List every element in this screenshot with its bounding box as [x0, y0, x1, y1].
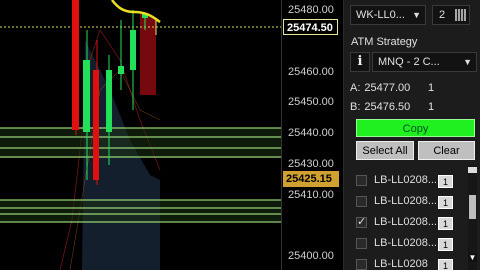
list-item[interactable]: LB-LL0208 1 [350, 255, 464, 270]
account-list[interactable]: LB-LL0208... 1 LB-LL0208... 1 LB-LL0208.… [350, 165, 477, 270]
scroll-down-icon[interactable]: ▼ [468, 253, 477, 262]
account-checkbox[interactable] [356, 215, 367, 228]
account-qty[interactable]: 1 [438, 217, 453, 230]
quantity-input[interactable]: 2 [432, 5, 470, 25]
bid-qty: 1 [428, 101, 435, 113]
account-checkbox[interactable] [356, 196, 367, 207]
list-item[interactable]: LB-LL0208... 1 [350, 213, 464, 234]
account-label: LB-LL0208... [374, 237, 437, 249]
price-axis[interactable]: 25480.00 25460.00 25450.00 25440.00 2543… [281, 0, 343, 270]
account-label: LB-LL0208 [374, 258, 428, 270]
account-label: LB-LL0208... [374, 216, 437, 228]
last-price-flag: 25474.50 [283, 19, 338, 35]
ask-label: A: [350, 82, 361, 94]
atm-strategy-value: MNQ - 2 C... [378, 56, 440, 68]
account-label: LB-LL0208... [374, 174, 437, 186]
price-chart[interactable] [0, 0, 281, 270]
chevron-down-icon: ▼ [463, 57, 472, 67]
copy-button[interactable]: Copy [356, 119, 475, 137]
account-select[interactable]: WK-LL0... ▼ [350, 5, 426, 25]
tick-label: 25480.00 [288, 4, 334, 16]
tick-label: 25400.00 [288, 250, 334, 262]
list-item[interactable]: LB-LL0208... 1 [350, 192, 464, 213]
account-value: WK-LL0... [356, 9, 405, 21]
tick-label: 25430.00 [288, 158, 334, 170]
bid-price-flag: 25425.15 [283, 171, 339, 187]
list-item[interactable]: LB-LL0208... 1 [350, 234, 464, 255]
tick-label: 25450.00 [288, 96, 334, 108]
account-label: LB-LL0208... [374, 195, 437, 207]
list-item[interactable]: LB-LL0208... 1 [350, 171, 464, 192]
list-scrollbar[interactable]: ▼ [468, 165, 477, 270]
tick-label: 25410.00 [288, 189, 334, 201]
select-all-button[interactable]: Select All [356, 141, 414, 160]
order-panel: WK-LL0... ▼ 2 ATM Strategy i MNQ - 2 C..… [343, 0, 480, 270]
account-checkbox[interactable] [356, 175, 367, 186]
bid-price: 25476.50 [364, 101, 411, 113]
account-qty[interactable]: 1 [438, 196, 453, 209]
scroll-up-icon[interactable] [468, 167, 477, 173]
account-qty[interactable]: 1 [438, 238, 453, 251]
info-icon[interactable]: i [350, 52, 370, 72]
chart-canvas[interactable] [0, 0, 281, 270]
account-qty[interactable]: 1 [438, 259, 453, 270]
atm-strategy-select[interactable]: MNQ - 2 C... ▼ [372, 52, 477, 72]
ask-price: 25477.00 [364, 82, 411, 94]
calculator-icon[interactable] [455, 9, 466, 21]
ask-qty: 1 [428, 82, 435, 94]
chevron-down-icon: ▼ [412, 10, 421, 20]
clear-button[interactable]: Clear [418, 141, 475, 160]
quantity-value: 2 [439, 9, 446, 21]
atm-strategy-label: ATM Strategy [351, 36, 418, 48]
bid-row: B: 25476.50 1 [350, 101, 434, 113]
account-checkbox[interactable] [356, 259, 367, 270]
bid-label: B: [350, 101, 361, 113]
tick-label: 25440.00 [288, 127, 334, 139]
resistance-area [140, 12, 156, 95]
account-qty[interactable]: 1 [438, 175, 453, 188]
scroll-thumb[interactable] [469, 195, 476, 219]
tick-label: 25460.00 [288, 66, 334, 78]
account-checkbox[interactable] [356, 238, 367, 249]
ask-row: A: 25477.00 1 [350, 82, 434, 94]
